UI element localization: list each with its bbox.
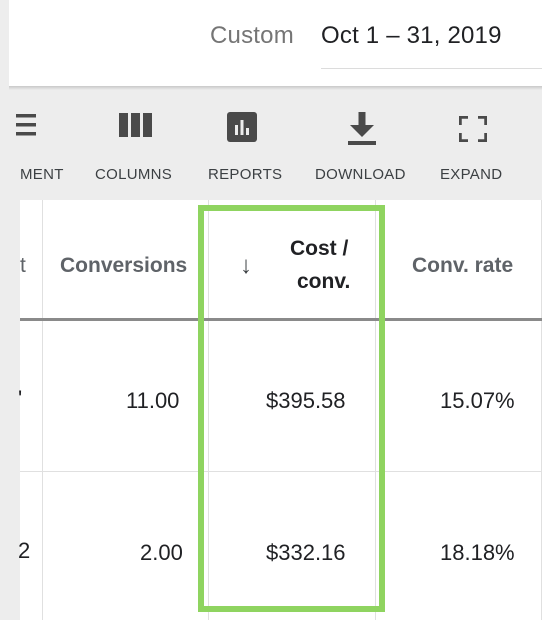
column-header-conv-rate[interactable]: Conv. rate (412, 254, 513, 278)
row-1-cost-per-conv: $395.58 (266, 388, 346, 413)
row-1-conv-rate: 15.07% (440, 388, 515, 413)
reports-icon (227, 112, 257, 147)
column-divider (375, 200, 376, 620)
expand-button[interactable]: EXPAND (430, 90, 510, 200)
row-1-conversions: 11.00 (126, 388, 180, 413)
header-divider (20, 318, 542, 321)
expand-label: EXPAND (440, 166, 503, 183)
table-toolbar: MENT COLUMNS REPORTS DOWNLOAD EXPAND (16, 90, 542, 200)
page: Custom Oct 1 – 31, 2019 MENT COLUMNS REP… (0, 0, 542, 620)
date-range-label: Custom (210, 22, 294, 49)
column-header-cost-per-conv[interactable]: Cost / (290, 237, 348, 261)
date-range-bar: Custom Oct 1 – 31, 2019 (9, 0, 542, 88)
reports-label: REPORTS (208, 166, 283, 183)
row-divider (20, 471, 542, 472)
date-range-underline (321, 68, 542, 69)
segment-button[interactable]: MENT (0, 90, 70, 200)
columns-button[interactable]: COLUMNS (90, 90, 180, 200)
download-button[interactable]: DOWNLOAD (310, 90, 410, 200)
column-header-cost-per-conv-line2[interactable]: conv. (297, 270, 350, 294)
row-2-partial: 2 (18, 538, 31, 563)
expand-icon (458, 115, 488, 147)
date-range-picker[interactable]: Oct 1 – 31, 2019 (321, 22, 502, 50)
column-divider (208, 200, 209, 620)
sort-descending-icon[interactable]: ↓ (240, 252, 252, 280)
row-2-conv-rate: 18.18% (440, 540, 515, 565)
column-header-partial[interactable]: t (20, 254, 26, 278)
download-icon (346, 112, 378, 151)
segment-label: MENT (20, 166, 64, 183)
columns-icon (119, 112, 153, 143)
columns-label: COLUMNS (95, 166, 173, 183)
row-1-partial: ' (18, 386, 23, 411)
segment-icon (16, 112, 42, 143)
column-divider (42, 200, 43, 620)
reports-button[interactable]: REPORTS (200, 90, 290, 200)
row-2-cost-per-conv: $332.16 (266, 540, 346, 565)
row-2-conversions: 2.00 (140, 540, 183, 565)
download-label: DOWNLOAD (315, 166, 406, 183)
column-header-conversions[interactable]: Conversions (60, 254, 192, 278)
